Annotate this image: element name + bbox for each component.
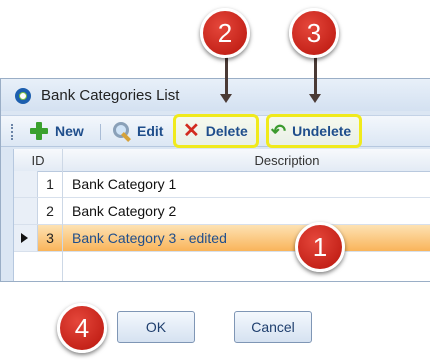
row-indicator	[14, 198, 38, 224]
column-header-description[interactable]: Description	[62, 153, 430, 168]
delete-x-icon: ✕	[183, 120, 200, 142]
callout-badge-3: 3	[289, 8, 339, 58]
plus-icon	[29, 121, 49, 141]
app-icon	[15, 88, 31, 104]
callout-badge-2: 2	[200, 8, 250, 58]
toolbar-grip[interactable]	[11, 124, 15, 140]
table-row[interactable]: 1 Bank Category 1	[14, 171, 430, 198]
callout-badge-4: 4	[57, 303, 107, 353]
window-title: Bank Categories List	[41, 87, 180, 104]
row-description: Bank Category 3 - edited	[72, 230, 227, 246]
undo-arrow-icon: ↶	[271, 121, 287, 141]
row-description: Bank Category 1	[72, 176, 177, 192]
callout-badge-1: 1	[295, 222, 345, 272]
edit-button-label: Edit	[137, 123, 164, 139]
new-button[interactable]: New	[29, 116, 84, 146]
row-description: Bank Category 2	[72, 203, 177, 219]
callout-2-arrowhead	[220, 94, 232, 103]
new-button-label: New	[55, 123, 84, 139]
edit-button[interactable]: Edit	[111, 116, 163, 146]
toolbar-separator	[100, 124, 101, 140]
current-row-arrow-icon	[21, 233, 28, 243]
magnifier-icon	[111, 121, 131, 141]
delete-button[interactable]: ✕ Delete	[183, 116, 248, 146]
table-row[interactable]: 2 Bank Category 2	[14, 198, 430, 225]
bank-categories-window: Bank Categories List New Edit ✕ Delete ↶…	[0, 78, 430, 282]
row-indicator	[14, 171, 38, 197]
column-header-id[interactable]: ID	[14, 153, 62, 168]
row-indicator	[14, 225, 38, 251]
column-divider	[62, 149, 63, 281]
undelete-button[interactable]: ↶ Undelete	[271, 116, 351, 146]
cancel-button[interactable]: Cancel	[234, 311, 312, 343]
ok-button[interactable]: OK	[117, 311, 195, 343]
row-id: 3	[46, 230, 54, 246]
table-row-selected[interactable]: 3 Bank Category 3 - edited	[14, 225, 430, 252]
row-id: 2	[46, 203, 54, 219]
row-id: 1	[46, 176, 54, 192]
title-bar: Bank Categories List	[1, 79, 430, 111]
grid-header: ID Description	[14, 149, 430, 172]
callout-3-arrowhead	[309, 94, 321, 103]
undelete-button-label: Undelete	[292, 123, 352, 139]
categories-grid: ID Description 1 Bank Category 1 2 Bank …	[13, 149, 430, 281]
delete-button-label: Delete	[205, 123, 248, 139]
toolbar: New Edit ✕ Delete ↶ Undelete	[1, 114, 430, 148]
